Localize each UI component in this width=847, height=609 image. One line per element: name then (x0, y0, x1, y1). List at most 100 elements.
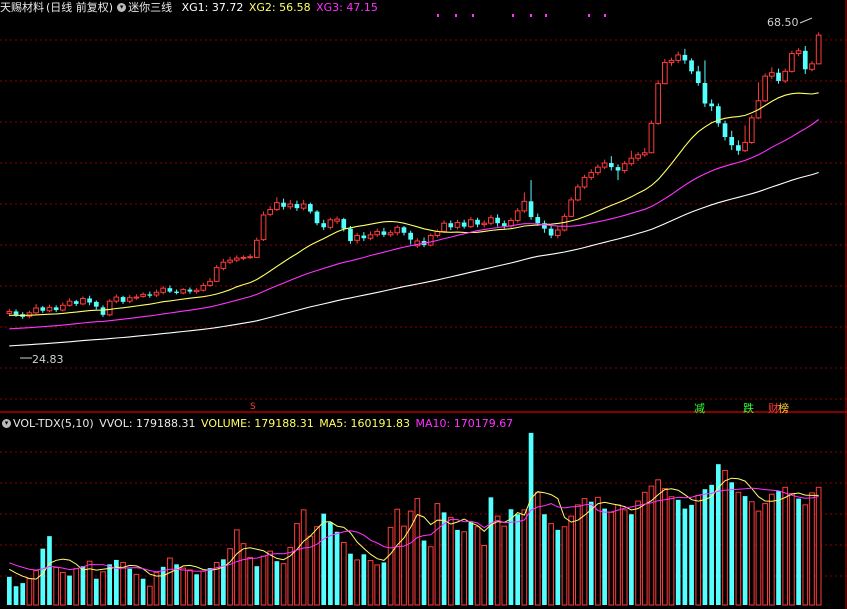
volume-bar[interactable] (194, 574, 199, 605)
volume-bar[interactable] (140, 578, 146, 605)
volume-bar[interactable] (762, 503, 768, 606)
volume-bar[interactable] (528, 432, 534, 605)
volume-bar[interactable] (348, 553, 353, 605)
volume-bar[interactable] (133, 573, 140, 606)
volume-bar[interactable] (709, 484, 714, 605)
volume-bar[interactable] (689, 504, 694, 605)
volume-bar[interactable] (280, 563, 287, 606)
volume-bar[interactable] (227, 548, 233, 606)
volume-bar[interactable] (494, 515, 501, 606)
volume-bar[interactable] (361, 554, 367, 605)
volume-bar[interactable] (641, 491, 648, 606)
volume-bar[interactable] (334, 531, 340, 605)
indicator-name[interactable]: 迷你三线 (128, 1, 172, 14)
volume-bar[interactable] (427, 546, 434, 606)
volume-bar[interactable] (515, 514, 521, 605)
volume-bar[interactable] (26, 578, 33, 606)
volume-bar[interactable] (802, 504, 809, 606)
volume-bar[interactable] (13, 586, 19, 605)
volume-bar[interactable] (187, 569, 193, 606)
volume-bar[interactable] (635, 500, 641, 606)
volume-bar[interactable] (354, 559, 360, 606)
volume-bar[interactable] (254, 566, 260, 605)
volume-bar[interactable] (274, 561, 280, 605)
volume-bar[interactable] (374, 564, 381, 606)
stock-name[interactable]: 天赐材料 (0, 1, 44, 14)
volume-bar[interactable] (481, 545, 488, 606)
volume-chart[interactable] (0, 0, 847, 609)
volume-bar[interactable] (748, 501, 755, 606)
volume-bar[interactable] (702, 489, 708, 605)
volume-bar[interactable] (768, 493, 775, 606)
volume-bar[interactable] (153, 571, 160, 606)
volume-bar[interactable] (648, 485, 655, 606)
volume-bar[interactable] (561, 526, 568, 606)
volume-bar[interactable] (581, 498, 588, 606)
volume-bar[interactable] (542, 514, 547, 605)
volume-bar[interactable] (809, 492, 815, 606)
event-marker-drop[interactable]: 跌 (743, 400, 754, 416)
volume-bar[interactable] (782, 486, 789, 606)
volume-bar[interactable] (167, 557, 173, 606)
volume-bar[interactable] (655, 479, 661, 606)
volume-bar[interactable] (568, 515, 575, 606)
event-marker-rank[interactable]: 榜 (778, 400, 789, 416)
volume-bar[interactable] (381, 562, 387, 605)
volume-bar[interactable] (7, 576, 12, 605)
volume-bar[interactable] (668, 496, 675, 606)
volume-bar[interactable] (474, 526, 481, 606)
volume-bar[interactable] (776, 491, 781, 605)
volume-bar[interactable] (340, 541, 347, 606)
volume-bar[interactable] (300, 509, 307, 606)
vol-indicator-name[interactable]: VOL-TDX(5,10) (13, 417, 94, 430)
volume-bar[interactable] (207, 568, 213, 605)
volume-bar[interactable] (60, 571, 66, 606)
volume-bar[interactable] (314, 526, 320, 606)
volume-bar[interactable] (735, 491, 742, 606)
volume-bar[interactable] (695, 494, 702, 606)
volume-bar[interactable] (20, 583, 26, 605)
chevron-down-icon[interactable]: ▾ (2, 418, 11, 428)
volume-bar[interactable] (67, 575, 72, 605)
volume-bar[interactable] (294, 523, 300, 606)
volume-bar[interactable] (488, 497, 494, 605)
volume-bar[interactable] (321, 513, 327, 605)
volume-bar[interactable] (146, 585, 153, 606)
volume-bar[interactable] (789, 493, 795, 606)
volume-bar[interactable] (521, 509, 528, 606)
volume-bar[interactable] (534, 491, 541, 606)
volume-bar[interactable] (240, 543, 247, 606)
volume-bar[interactable] (86, 560, 93, 606)
volume-bar[interactable] (367, 560, 374, 606)
volume-bar[interactable] (120, 561, 126, 606)
volume-bar[interactable] (815, 486, 822, 606)
volume-bar[interactable] (387, 526, 394, 606)
volume-bar[interactable] (200, 570, 207, 606)
volume-bar[interactable] (394, 508, 401, 606)
volume-bar[interactable] (53, 566, 60, 606)
volume-bar[interactable] (80, 566, 86, 605)
volume-bar[interactable] (127, 568, 133, 605)
volume-bar[interactable] (729, 482, 735, 605)
volume-bar[interactable] (40, 548, 46, 605)
volume-bar[interactable] (675, 499, 681, 605)
volume-bar[interactable] (47, 536, 52, 605)
volume-bar[interactable] (180, 567, 187, 606)
volume-bar[interactable] (555, 529, 561, 605)
volume-bar[interactable] (421, 540, 427, 605)
volume-bar[interactable] (73, 568, 80, 606)
volume-bar[interactable] (247, 556, 253, 606)
volume-bar[interactable] (796, 498, 801, 605)
volume-bar[interactable] (621, 509, 628, 606)
volume-bar[interactable] (267, 550, 274, 606)
volume-bar[interactable] (441, 512, 447, 605)
volume-bar[interactable] (468, 522, 474, 605)
volume-bar[interactable] (501, 525, 508, 606)
volume-bar[interactable] (100, 571, 106, 606)
volume-bar[interactable] (107, 564, 113, 605)
volume-bar[interactable] (508, 509, 514, 605)
period-label[interactable]: (日线 前复权) (46, 1, 113, 14)
volume-bar[interactable] (260, 555, 267, 606)
volume-bar[interactable] (455, 529, 460, 605)
volume-bar[interactable] (629, 514, 634, 605)
